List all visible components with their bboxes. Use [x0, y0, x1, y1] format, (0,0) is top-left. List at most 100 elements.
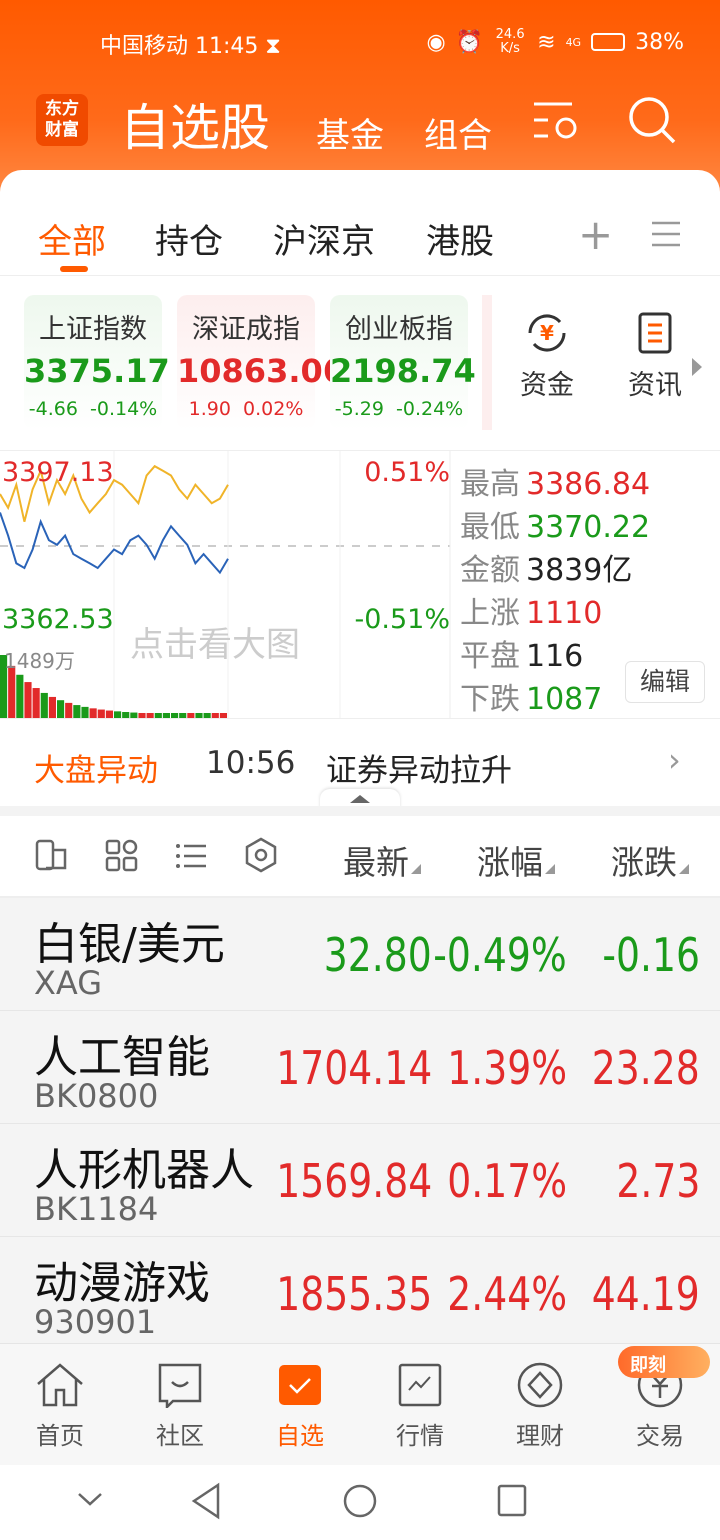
volume-bar — [24, 682, 32, 719]
nav-label: 交易 — [636, 1422, 684, 1450]
recents-icon[interactable] — [496, 1483, 528, 1519]
caret-up-icon — [350, 795, 370, 803]
index-change: 1.90 — [188, 398, 231, 420]
stat-label: 金额 — [460, 553, 520, 588]
stat-down-count: 1087 — [526, 682, 603, 717]
volume-bar — [40, 692, 48, 719]
high-label: 3397.13 — [2, 457, 114, 488]
market-chart[interactable]: 3397.13 0.51% 3362.53 -0.51% 1489万 点击看大图… — [0, 450, 720, 719]
tab-holdings[interactable]: 持仓 — [155, 214, 223, 263]
manage-settings-icon[interactable] — [530, 98, 580, 142]
status-bar: 中国移动 11:45 ⧗ ◉ ⏰ 24.6 K/s ≋ 4G 38% — [0, 28, 720, 60]
system-nav — [0, 1465, 720, 1540]
grid-view-icon[interactable] — [104, 838, 140, 874]
table-row[interactable]: 动漫游戏 930901 1855.35 2.44% 44.19 — [0, 1237, 720, 1350]
market-alert[interactable]: 大盘异动 10:56 证券异动拉升 › — [0, 718, 720, 809]
edit-button[interactable]: 编辑 — [625, 661, 705, 703]
eye-icon: ◉ — [426, 29, 446, 55]
change-pct: 1.39% — [447, 1041, 567, 1095]
column-label: 涨幅 — [477, 843, 543, 882]
change-pct: 0.17% — [447, 1154, 567, 1208]
column-latest[interactable]: 最新 — [343, 836, 421, 884]
index-card-cyb[interactable]: 创业板指 2198.74 -5.29 -0.24% — [330, 295, 476, 430]
security-name: 人形机器人 — [34, 1145, 254, 1196]
nav-community[interactable]: 社区 — [140, 1362, 220, 1451]
hide-nav-icon[interactable] — [76, 1489, 104, 1509]
nav-home[interactable]: 首页 — [20, 1362, 100, 1451]
volume-bar — [73, 705, 81, 719]
news-button[interactable]: 资讯 — [628, 310, 682, 402]
home-circle-icon[interactable] — [342, 1483, 378, 1519]
menu-icon[interactable] — [651, 220, 681, 248]
security-code: BK1184 — [34, 1190, 159, 1228]
bottom-nav: 首页 社区 自选 行情 理财 交易 即刻 — [0, 1343, 720, 1465]
carrier: 中国移动 — [100, 34, 189, 59]
security-name: 人工智能 — [34, 1032, 210, 1083]
tab-hk[interactable]: 港股 — [426, 214, 494, 263]
index-name: 上证指数 — [39, 314, 147, 345]
nav-market[interactable]: 行情 — [380, 1362, 460, 1451]
sort-icon — [679, 864, 689, 874]
intraday-chart[interactable] — [0, 451, 452, 719]
stat-flat-count: 116 — [526, 639, 584, 674]
nav-label: 行情 — [396, 1422, 444, 1450]
stat-up-count: 1110 — [526, 596, 603, 631]
battery-level: 38% — [635, 29, 684, 55]
volume-bar — [57, 700, 65, 719]
stat-label: 最高 — [460, 467, 520, 502]
back-icon[interactable] — [190, 1482, 222, 1520]
chevron-right-icon[interactable]: › — [668, 741, 681, 779]
instant-badge[interactable]: 即刻 — [618, 1346, 710, 1378]
enlarge-hint[interactable]: 点击看大图 — [130, 617, 300, 666]
index-value: 3375.17 — [24, 352, 170, 390]
table-row[interactable]: 人工智能 BK0800 1704.14 1.39% 23.28 — [0, 1011, 720, 1124]
capital-button[interactable]: ¥ 资金 — [520, 310, 574, 402]
tab-all[interactable]: 全部 — [38, 214, 106, 263]
index-card-sz[interactable]: 深证成指 10863.06 1.90 0.02% — [177, 295, 345, 430]
index-name: 深证成指 — [192, 314, 300, 345]
column-label: 最新 — [343, 843, 409, 882]
table-row[interactable]: 人形机器人 BK1184 1569.84 0.17% 2.73 — [0, 1124, 720, 1237]
volume-label: 1489万 — [4, 649, 75, 673]
table-row[interactable]: 白银/美元 XAG 32.80 -0.49% -0.16 — [0, 898, 720, 1011]
add-tab-icon[interactable]: + — [578, 210, 613, 259]
nav-label: 理财 — [516, 1422, 564, 1450]
nav-label: 社区 — [156, 1422, 204, 1450]
stat-label: 上涨 — [460, 596, 520, 631]
stat-label: 平盘 — [460, 639, 520, 674]
main-card: 全部 持仓 沪深京 港股 + 上证指数 3375.17 -4.66 -0.14%… — [0, 170, 720, 1350]
tab-portfolio[interactable]: 组合 — [424, 108, 492, 157]
active-tab-indicator — [60, 266, 88, 272]
change-pct: -0.49% — [433, 928, 567, 982]
signal-label: 4G — [565, 35, 582, 49]
column-change[interactable]: 涨跌 — [611, 836, 689, 884]
column-label: 涨跌 — [611, 843, 677, 882]
sort-icon — [411, 864, 421, 874]
change-value: 2.73 — [616, 1154, 700, 1208]
index-pct: 0.02% — [243, 398, 304, 420]
sort-icon — [545, 864, 555, 874]
switch-view-icon[interactable] — [34, 838, 70, 874]
brand-logo[interactable]: 东方财富 — [36, 94, 88, 146]
market-chart-icon — [398, 1363, 442, 1407]
tab-a-shares[interactable]: 沪深京 — [273, 214, 375, 263]
nav-watchlist[interactable]: 自选 — [260, 1362, 340, 1451]
column-pct[interactable]: 涨幅 — [477, 836, 555, 884]
capital-label: 资金 — [520, 370, 574, 401]
index-card-sh[interactable]: 上证指数 3375.17 -4.66 -0.14% — [24, 295, 170, 430]
low-pct: -0.51% — [354, 604, 450, 635]
scroll-right-icon[interactable] — [692, 358, 702, 376]
nav-wealth[interactable]: 理财 — [500, 1362, 580, 1451]
tab-fund[interactable]: 基金 — [316, 108, 384, 157]
page-title[interactable]: 自选股 — [120, 88, 270, 160]
stat-low: 3370.22 — [526, 510, 651, 545]
hourglass-icon: ⧗ — [265, 34, 281, 59]
search-icon[interactable] — [626, 94, 678, 146]
section-gap — [0, 806, 720, 816]
list-view-icon[interactable] — [174, 838, 210, 874]
change-value: 44.19 — [592, 1267, 700, 1321]
settings-hex-icon[interactable] — [243, 836, 279, 874]
security-name: 白银/美元 — [34, 919, 225, 970]
index-value: 2198.74 — [330, 352, 476, 390]
latest-price: 1569.84 — [276, 1154, 432, 1208]
